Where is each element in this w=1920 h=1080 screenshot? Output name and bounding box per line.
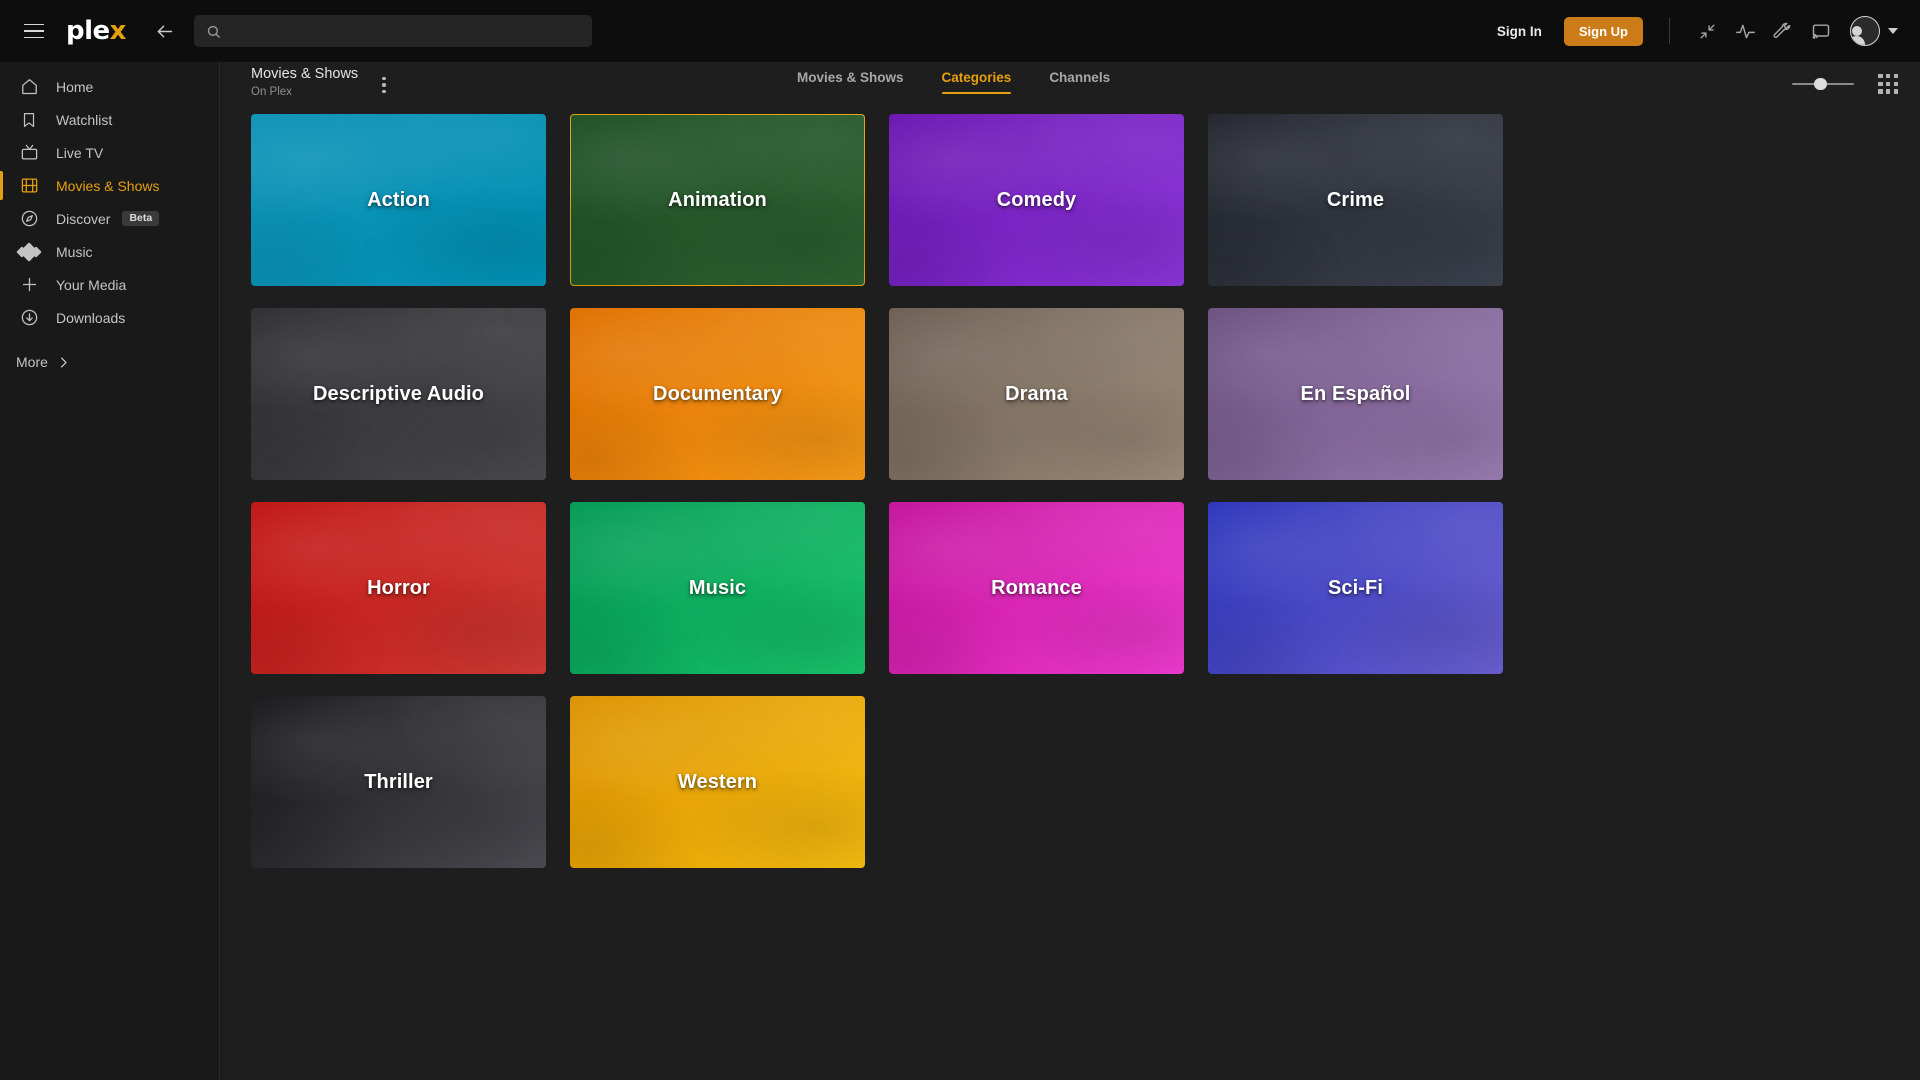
content-bottom-edge <box>221 1072 1920 1080</box>
sidebar-item-music[interactable]: Music <box>0 235 219 268</box>
category-tile[interactable]: Crime <box>1208 114 1503 286</box>
sidebar-item-live-tv[interactable]: Live TV <box>0 136 219 169</box>
category-tile-label: Animation <box>668 188 767 211</box>
category-tile[interactable]: Descriptive Audio <box>251 308 546 480</box>
category-tile[interactable]: Music <box>570 502 865 674</box>
activity-icon[interactable] <box>1726 14 1764 48</box>
category-tile-label: Music <box>688 576 747 599</box>
sign-up-button[interactable]: Sign Up <box>1563 16 1643 46</box>
category-tile[interactable]: Western <box>570 696 865 868</box>
category-tile[interactable]: Animation <box>570 114 865 286</box>
search-icon <box>207 25 220 38</box>
category-tile-label: Descriptive Audio <box>313 382 484 405</box>
main-content: Movies & Shows On Plex Movies & Shows Ca… <box>221 62 1920 1080</box>
content-header: Movies & Shows On Plex Movies & Shows Ca… <box>221 62 1920 106</box>
category-tile[interactable]: Drama <box>889 308 1184 480</box>
compass-icon <box>18 208 40 230</box>
category-tile-label: Romance <box>991 576 1082 599</box>
hamburger-menu-icon[interactable] <box>14 11 54 51</box>
sidebar-item-your-media[interactable]: Your Media <box>0 268 219 301</box>
collapse-icon[interactable] <box>1688 14 1726 48</box>
top-header: plex Sign In Sign Up <box>0 0 1920 62</box>
category-tile-label: Thriller <box>364 770 433 793</box>
category-tile-label: Documentary <box>653 382 782 405</box>
more-options-icon[interactable] <box>372 71 395 99</box>
sidebar-item-label: Discover <box>56 210 111 227</box>
cast-icon[interactable] <box>1802 14 1840 48</box>
tab-channels[interactable]: Channels <box>1049 70 1110 94</box>
tab-movies-and-shows[interactable]: Movies & Shows <box>797 70 904 94</box>
film-icon <box>18 175 40 197</box>
bookmark-icon <box>18 109 40 131</box>
sidebar-item-label: Downloads <box>56 309 126 326</box>
sign-in-button[interactable]: Sign In <box>1497 24 1542 39</box>
category-tile[interactable]: Comedy <box>889 114 1184 286</box>
category-tile[interactable]: Documentary <box>570 308 865 480</box>
sidebar-more-label: More <box>16 354 48 370</box>
avatar-menu[interactable] <box>1850 16 1898 46</box>
category-tile[interactable]: En Español <box>1208 308 1503 480</box>
category-tile-label: Horror <box>367 576 430 599</box>
sidebar: Home Watchlist Live TV Movies & Shows Di… <box>0 62 220 1080</box>
category-tile-label: Comedy <box>996 188 1077 211</box>
slider-knob[interactable] <box>1814 77 1827 91</box>
wrench-icon[interactable] <box>1764 14 1802 48</box>
tile-size-slider[interactable] <box>1792 76 1855 92</box>
sidebar-item-watchlist[interactable]: Watchlist <box>0 103 219 136</box>
sidebar-item-label: Live TV <box>56 144 104 161</box>
category-grid: Action Animation Comedy Crime Descriptive Au… <box>221 106 1920 868</box>
plex-logo[interactable]: plex <box>66 18 126 44</box>
download-circle-icon <box>18 307 40 329</box>
category-tile[interactable]: Action <box>251 114 546 286</box>
avatar <box>1850 16 1880 46</box>
category-tile[interactable]: Horror <box>251 502 546 674</box>
sidebar-item-label: Music <box>56 243 93 260</box>
search-box[interactable] <box>193 15 592 47</box>
page-title: Movies & Shows <box>251 66 359 82</box>
sidebar-item-discover[interactable]: Discover Beta <box>0 202 219 235</box>
category-tile-label: Western <box>677 770 758 793</box>
category-tile-label: En Español <box>1300 382 1411 405</box>
sidebar-item-home[interactable]: Home <box>0 70 219 103</box>
category-tile-label: Action <box>367 188 430 211</box>
sidebar-more-button[interactable]: More <box>0 354 219 370</box>
search-input[interactable] <box>230 23 580 39</box>
category-tile-label: Crime <box>1326 188 1385 211</box>
back-arrow-icon[interactable] <box>148 14 182 48</box>
sidebar-item-label: Your Media <box>56 276 127 293</box>
tv-icon <box>18 142 40 164</box>
music-diamonds-icon <box>16 241 42 263</box>
chevron-right-icon <box>60 357 67 367</box>
sidebar-item-label: Watchlist <box>56 111 113 128</box>
chevron-down-icon <box>1888 28 1898 34</box>
home-icon <box>18 76 40 98</box>
category-tile-label: Drama <box>1005 382 1068 405</box>
category-tile[interactable]: Sci-Fi <box>1208 502 1503 674</box>
category-tile[interactable]: Romance <box>889 502 1184 674</box>
plus-icon <box>18 274 40 296</box>
beta-badge: Beta <box>122 210 160 227</box>
tab-categories[interactable]: Categories <box>941 70 1011 94</box>
view-controls <box>1792 74 1898 94</box>
sidebar-item-label: Movies & Shows <box>56 177 160 194</box>
sidebar-item-movies-and-shows[interactable]: Movies & Shows <box>0 169 219 202</box>
page-subtitle: On Plex <box>251 85 292 98</box>
plex-logo-main: ple <box>66 16 110 46</box>
plex-logo-accent: x <box>109 16 127 46</box>
sidebar-item-downloads[interactable]: Downloads <box>0 301 219 334</box>
category-tile-label: Sci-Fi <box>1327 576 1384 599</box>
header-divider <box>1669 18 1670 44</box>
content-tabs: Movies & Shows Categories Channels <box>797 70 1110 94</box>
grid-view-icon[interactable] <box>1878 74 1898 94</box>
sidebar-item-label: Home <box>56 78 94 95</box>
category-tile[interactable]: Thriller <box>251 696 546 868</box>
